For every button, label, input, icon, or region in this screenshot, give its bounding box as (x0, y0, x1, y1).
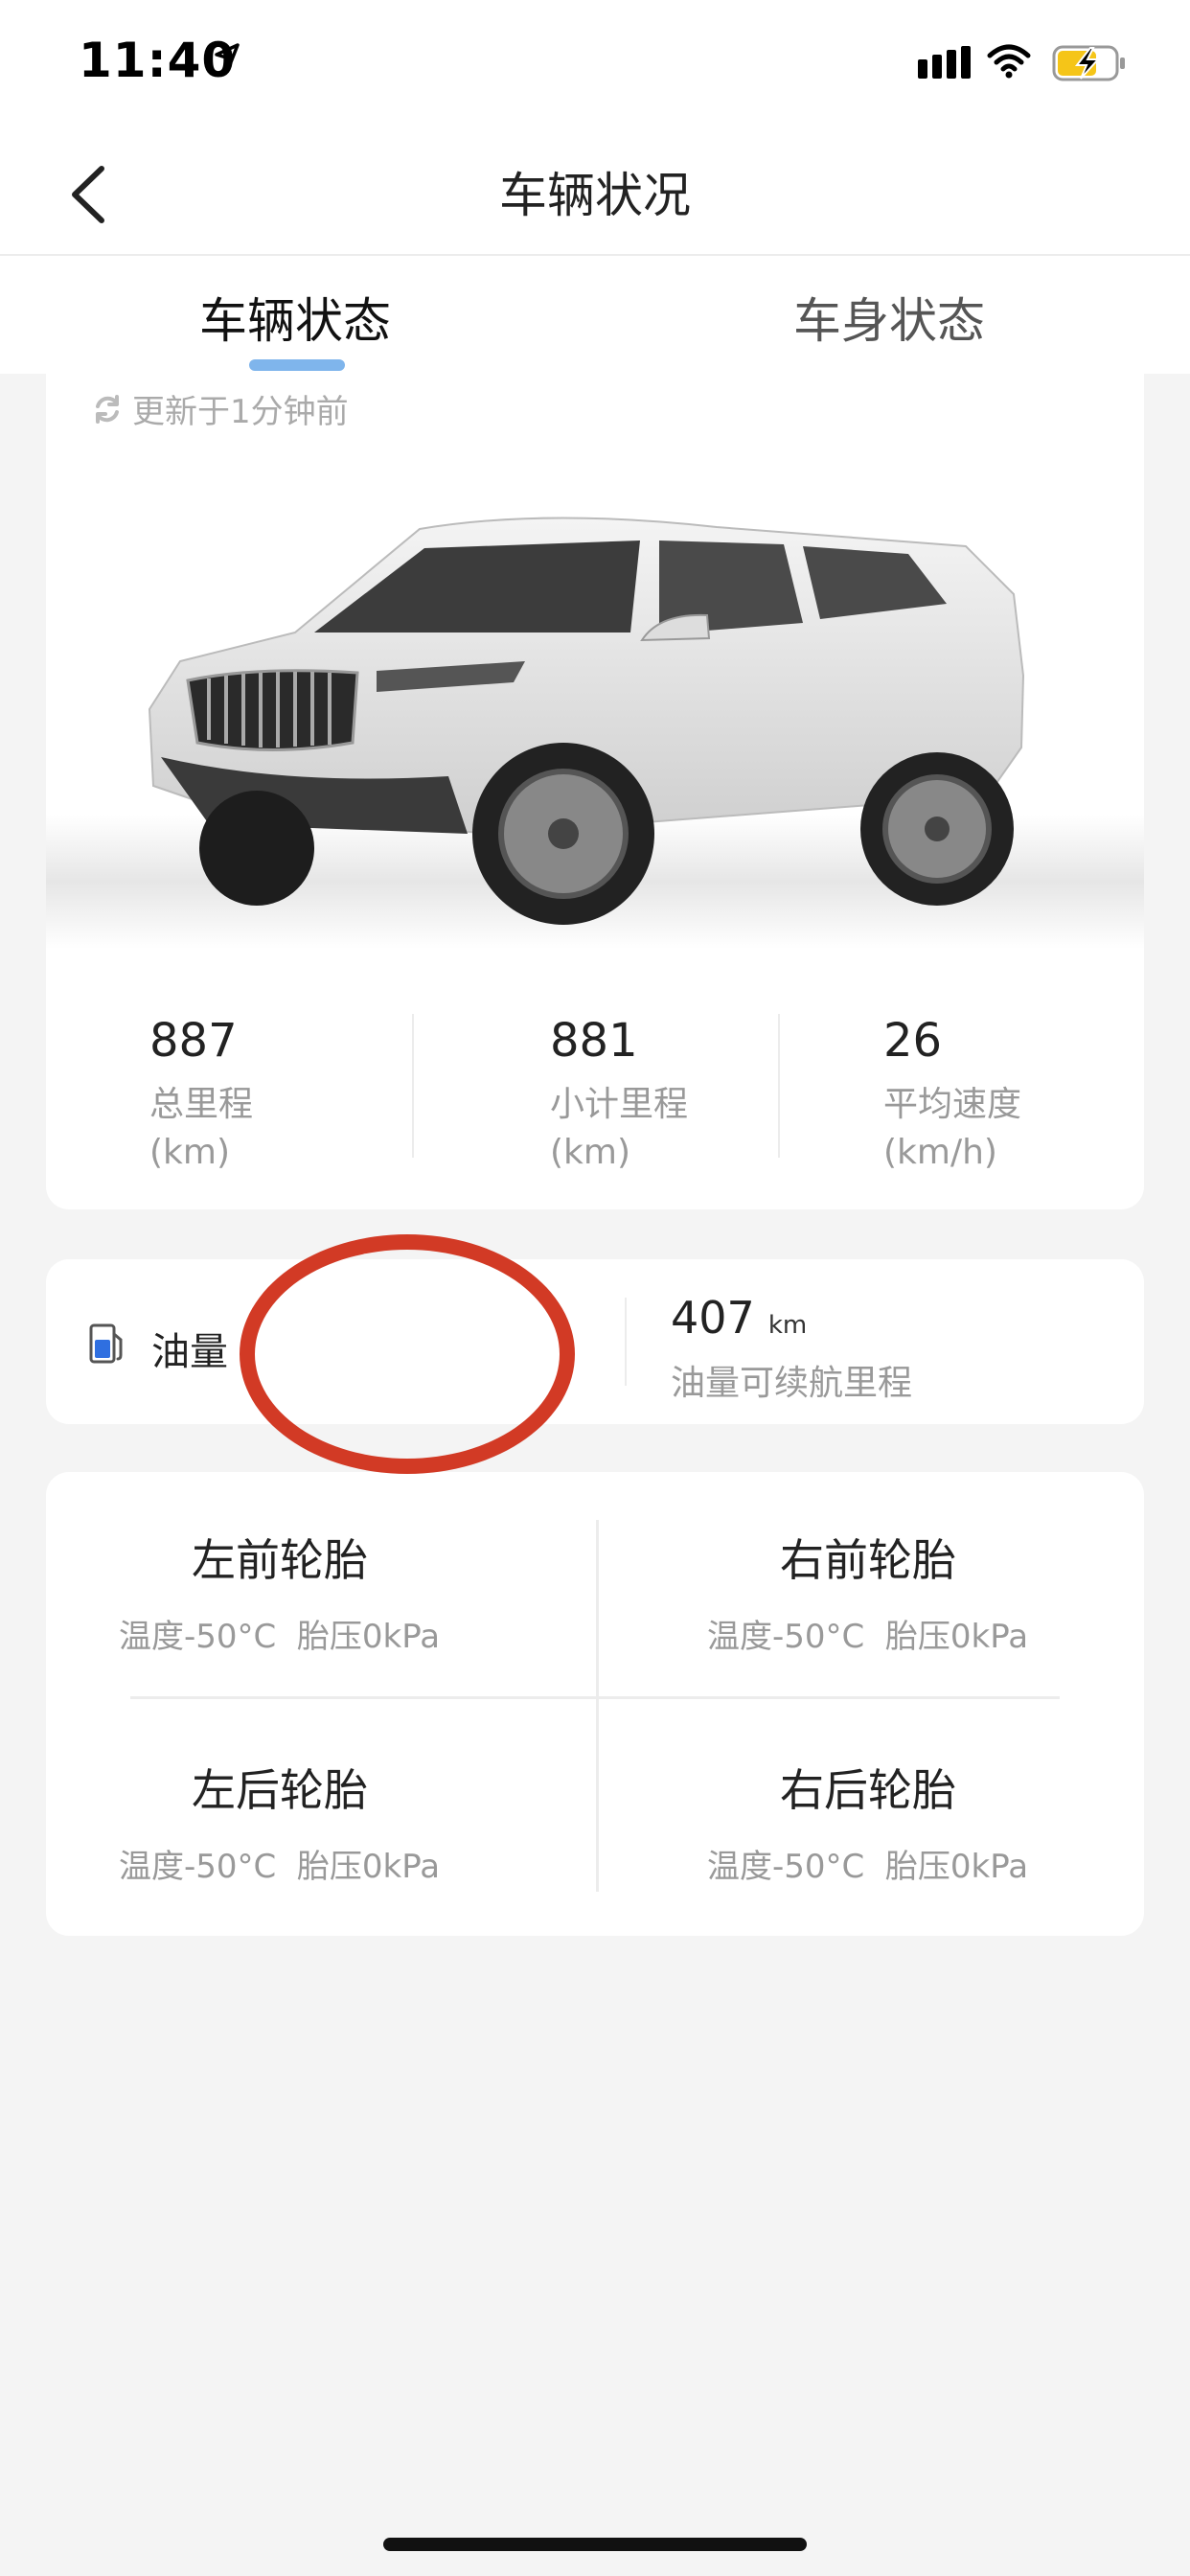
fuel-icon (89, 1323, 123, 1364)
refresh-icon (96, 394, 119, 424)
tire-rear-left: 左后轮胎 温度-50°C 胎压0kPa (119, 1756, 569, 1887)
trip-mileage-label: 小计里程 (550, 1085, 689, 1124)
wifi-icon (987, 44, 1031, 79)
total-mileage-value: 887 (149, 1014, 238, 1068)
nav-bar: 车辆状况 (0, 125, 1190, 256)
tire-name: 右前轮胎 (780, 1534, 956, 1586)
average-speed-unit: (km/h) (883, 1133, 997, 1172)
update-text: 更新于1分钟前 (132, 393, 349, 431)
total-mileage-label: 总里程 (149, 1085, 254, 1124)
location-arrow-icon (215, 43, 240, 69)
car-image (46, 517, 1144, 949)
tire-info: 温度-50°C 胎压0kPa (707, 1840, 1157, 1887)
stat-total-mileage: 887 总里程 (km) (149, 1014, 253, 1177)
divider (625, 1298, 627, 1386)
fuel-card[interactable]: 油量 407 km 油量可续航里程 (46, 1259, 1144, 1424)
signal-icon (918, 46, 971, 79)
status-bar: 11:40 (0, 0, 1190, 125)
update-status[interactable]: 更新于1分钟前 (92, 385, 349, 432)
tire-name: 右后轮胎 (780, 1764, 956, 1816)
tire-temp: 温度-50°C (119, 1618, 277, 1656)
page-title: 车辆状况 (499, 168, 691, 223)
tire-name: 左后轮胎 (192, 1764, 368, 1816)
divider (412, 1014, 414, 1158)
divider (596, 1520, 599, 1892)
tire-front-left: 左前轮胎 温度-50°C 胎压0kPa (119, 1526, 569, 1657)
tire-info: 温度-50°C 胎压0kPa (119, 1610, 569, 1657)
divider (130, 1696, 1060, 1699)
tire-pressure: 胎压0kPa (296, 1618, 441, 1656)
tire-pressure: 胎压0kPa (884, 1848, 1029, 1886)
tab-body-status[interactable]: 车身状态 (793, 283, 985, 352)
range-value: 407 (671, 1292, 755, 1344)
divider (778, 1014, 780, 1158)
tire-temp: 温度-50°C (707, 1618, 865, 1656)
tire-rear-right: 右后轮胎 温度-50°C 胎压0kPa (707, 1756, 1157, 1887)
trip-mileage-value: 881 (550, 1014, 638, 1068)
battery-charging-icon (1052, 45, 1125, 81)
tire-name: 左前轮胎 (192, 1534, 368, 1586)
stat-trip-mileage: 881 小计里程 (km) (550, 1014, 688, 1177)
tire-pressure: 胎压0kPa (296, 1848, 441, 1886)
annotation-circle (240, 1234, 575, 1474)
vehicle-card: 更新于1分钟前 887 总里程 (km) 881 小计里程 (km) 26 平均… (46, 374, 1144, 1209)
stat-average-speed: 26 平均速度 (km/h) (883, 1014, 1021, 1177)
tire-pressure: 胎压0kPa (884, 1618, 1029, 1656)
range-unit: km (767, 1311, 808, 1340)
tire-info: 温度-50°C 胎压0kPa (707, 1610, 1157, 1657)
trip-mileage-unit: (km) (550, 1133, 631, 1172)
range-label: 油量可续航里程 (671, 1364, 913, 1403)
home-indicator[interactable] (383, 2538, 807, 2551)
tab-bar: 车辆状态 车身状态 (0, 256, 1190, 374)
tire-info: 温度-50°C 胎压0kPa (119, 1840, 569, 1887)
tires-card: 左前轮胎 温度-50°C 胎压0kPa 右前轮胎 温度-50°C 胎压0kPa … (46, 1472, 1144, 1936)
tab-indicator (249, 359, 345, 371)
range-value-row: 407 km (671, 1292, 807, 1344)
tire-temp: 温度-50°C (119, 1848, 277, 1886)
average-speed-value: 26 (883, 1014, 943, 1068)
tire-front-right: 右前轮胎 温度-50°C 胎压0kPa (707, 1526, 1157, 1657)
average-speed-label: 平均速度 (883, 1085, 1022, 1124)
tire-temp: 温度-50°C (707, 1848, 865, 1886)
fuel-label: 油量 (151, 1330, 228, 1374)
total-mileage-unit: (km) (149, 1133, 231, 1172)
tab-vehicle-status[interactable]: 车辆状态 (199, 283, 391, 352)
